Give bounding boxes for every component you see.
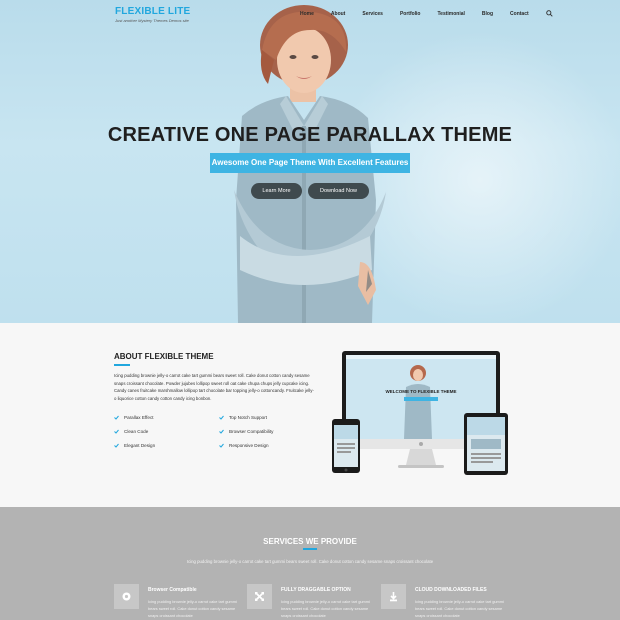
monitor-heading: WELCOME TO FLEXIBLE THEME xyxy=(386,389,457,394)
feature-item: Browser Compatibility xyxy=(219,429,273,434)
service-icon-box xyxy=(381,584,406,609)
feature-item: Parallax Effect xyxy=(114,415,154,420)
service-name: CLOUD DOWNLOADED FILES xyxy=(415,587,487,593)
check-icon xyxy=(114,429,119,434)
site-tagline: Just another Mystery Themes Demos site xyxy=(115,18,189,23)
feature-item: Elegant Design xyxy=(114,443,155,448)
nav-item-testimonial[interactable]: Testimonial xyxy=(438,11,465,17)
site-title[interactable]: FLEXIBLE LITE xyxy=(115,6,190,17)
service-icon-box xyxy=(114,584,139,609)
about-title: ABOUT FLEXIBLE THEME xyxy=(114,352,214,361)
feature-label: Browser Compatibility xyxy=(229,429,274,434)
about-section: ABOUT FLEXIBLE THEME Icing pudding brown… xyxy=(0,323,620,507)
check-icon xyxy=(219,443,224,448)
browser-icon xyxy=(122,592,131,601)
drag-icon xyxy=(255,592,264,601)
download-icon xyxy=(390,592,397,602)
nav-item-home[interactable]: Home xyxy=(300,11,314,17)
devices-mockup-image: WELCOME TO FLEXIBLE THEME xyxy=(332,351,508,475)
service-desc: Icing pudding brownie jelly-o carrot cak… xyxy=(415,599,504,619)
service-desc: Icing pudding brownie jelly-o carrot cak… xyxy=(148,599,237,619)
services-section: SERVICES WE PROVIDE Icing pudding browni… xyxy=(0,507,620,620)
feature-item: Top Notch Support xyxy=(219,415,267,420)
feature-label: Parallax Effect xyxy=(124,415,154,420)
hero-title: CREATIVE ONE PAGE PARALLAX THEME xyxy=(107,124,513,146)
feature-label: Top Notch Support xyxy=(229,415,268,420)
service-desc: Icing pudding brownie jelly-o carrot cak… xyxy=(281,599,370,619)
check-icon xyxy=(219,429,224,434)
feature-item: Responsive Design xyxy=(219,443,269,448)
service-name: Browser Compatible xyxy=(148,587,197,593)
service-name: FULLY DRAGGABLE OPTION xyxy=(281,587,351,593)
service-icon-box xyxy=(247,584,272,609)
learn-more-button[interactable]: Learn More xyxy=(251,183,302,199)
download-now-button[interactable]: Download Now xyxy=(308,183,369,199)
hero-section: FLEXIBLE LITE Just another Mystery Theme… xyxy=(0,0,620,323)
feature-label: Elegant Design xyxy=(124,443,156,448)
hero-subtitle: Awesome One Page Theme With Excellent Fe… xyxy=(210,153,410,173)
nav-item-about[interactable]: About xyxy=(331,11,345,17)
check-icon xyxy=(114,443,119,448)
search-icon[interactable] xyxy=(545,10,553,17)
services-text: Icing pudding brownie jelly-o carrot cak… xyxy=(186,559,434,564)
services-title-underline xyxy=(303,548,317,550)
services-title: SERVICES WE PROVIDE xyxy=(263,537,357,546)
feature-label: Clean Code xyxy=(124,429,149,434)
main-nav: Home About Services Portfolio Testimonia… xyxy=(300,10,553,17)
brand[interactable]: FLEXIBLE LITE Just another Mystery Theme… xyxy=(115,6,190,23)
about-text: Icing pudding brownie jelly-o carrot cak… xyxy=(114,373,314,401)
feature-label: Responsive Design xyxy=(229,443,269,448)
feature-item: Clean Code xyxy=(114,429,148,434)
nav-item-contact[interactable]: Contact xyxy=(510,11,529,17)
nav-item-portfolio[interactable]: Portfolio xyxy=(400,11,421,17)
nav-item-blog[interactable]: Blog xyxy=(482,11,493,17)
nav-item-services[interactable]: Services xyxy=(362,11,383,17)
check-icon xyxy=(114,415,119,420)
check-icon xyxy=(219,415,224,420)
about-title-underline xyxy=(114,364,130,366)
